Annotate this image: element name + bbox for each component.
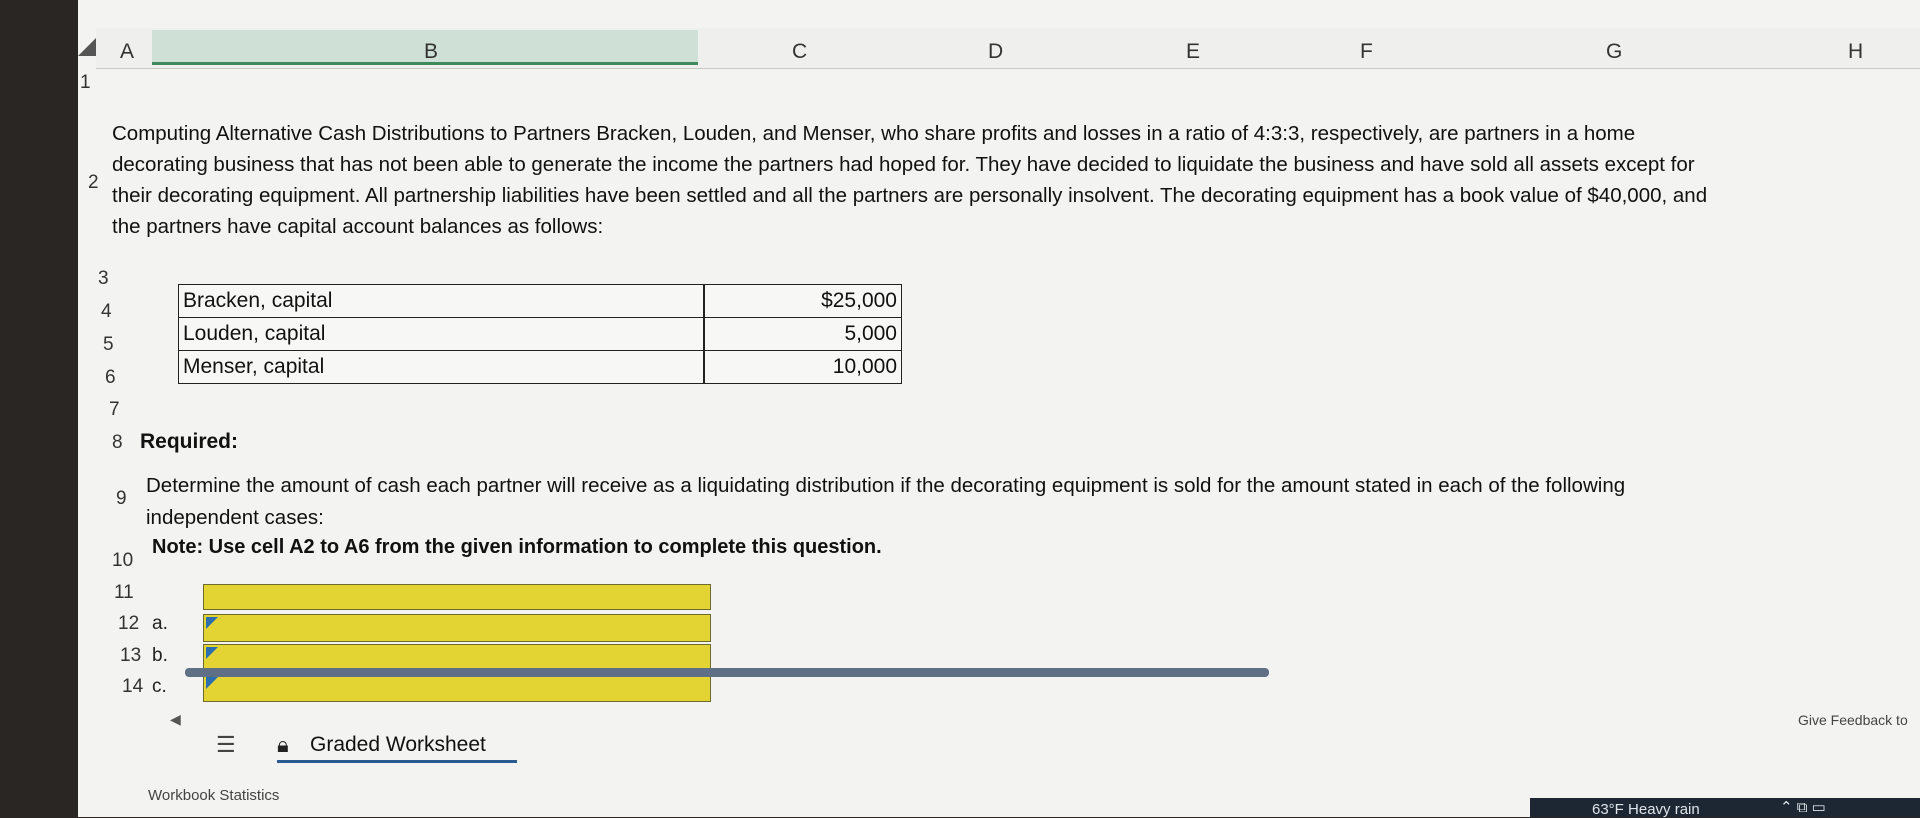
row-header-4[interactable]: 4 (101, 301, 112, 323)
capital-amount-louden: 5,000 (844, 322, 897, 345)
answer-label-c: c. (152, 676, 167, 697)
answer-cell-a[interactable] (203, 614, 711, 642)
system-tray-icons[interactable]: ⌃ ⧉ ▭ (1780, 798, 1826, 816)
required-heading: Required: (140, 430, 239, 453)
instructions: Determine the amount of cash each partne… (146, 470, 1796, 534)
capital-balances-table: Bracken, capital $25,000 Louden, capital… (178, 284, 902, 384)
comment-flag-icon (206, 647, 218, 659)
row-header-13[interactable]: 13 (120, 645, 141, 667)
comment-flag-icon (206, 617, 218, 629)
lock-icon: 🔒︎ (277, 732, 289, 757)
capital-amount-bracken: $25,000 (821, 289, 897, 312)
row-header-2[interactable]: 2 (88, 172, 99, 194)
table-row[interactable]: Louden, capital 5,000 (179, 318, 901, 351)
answer-label-b: b. (152, 645, 168, 666)
row-header-10[interactable]: 10 (112, 550, 133, 572)
active-tab-indicator (277, 760, 517, 763)
workbook-statistics[interactable]: Workbook Statistics (148, 787, 279, 804)
answer-cell-c[interactable] (203, 674, 711, 702)
weather-widget[interactable]: 63°F Heavy rain (1592, 801, 1700, 818)
column-header-a[interactable]: A (120, 40, 134, 64)
answer-label-a: a. (152, 613, 168, 634)
column-header-b[interactable]: B (424, 40, 438, 64)
capital-amount-menser: 10,000 (832, 355, 897, 378)
instructions-line-2: independent cases: (146, 506, 324, 529)
problem-statement: Computing Alternative Cash Distributions… (112, 118, 1902, 242)
comment-flag-icon (206, 677, 218, 689)
sheet-list-menu-icon[interactable]: ☰ (216, 732, 236, 758)
row-header-14[interactable]: 14 (122, 676, 143, 698)
sheet-tab-graded-worksheet[interactable]: Graded Worksheet (310, 733, 486, 757)
column-header-f[interactable]: F (1360, 40, 1373, 64)
row-header-8[interactable]: 8 (112, 432, 123, 454)
instructions-line-1: Determine the amount of cash each partne… (146, 474, 1626, 497)
problem-line-4: the partners have capital account balanc… (112, 215, 604, 238)
select-all-corner[interactable] (78, 38, 96, 56)
capital-name-menser: Menser, capital (183, 355, 325, 378)
row-header-3[interactable]: 3 (98, 268, 109, 290)
give-feedback-link[interactable]: Give Feedback to (1798, 712, 1908, 728)
row-header-11[interactable]: 11 (114, 582, 134, 604)
problem-line-3: their decorating equipment. All partners… (112, 184, 1708, 207)
column-header-g[interactable]: G (1606, 40, 1622, 64)
problem-line-1: Computing Alternative Cash Distributions… (112, 122, 1636, 145)
table-row[interactable]: Bracken, capital $25,000 (179, 285, 901, 318)
row-header-6[interactable]: 6 (105, 367, 116, 389)
row-header-1[interactable]: 1 (80, 72, 91, 94)
row-header-9[interactable]: 9 (116, 488, 127, 510)
scroll-left-arrow-icon[interactable]: ◀ (170, 711, 181, 728)
row-header-5[interactable]: 5 (103, 334, 114, 356)
row-header-12[interactable]: 12 (118, 613, 139, 635)
horizontal-scrollbar[interactable] (185, 668, 1269, 677)
answer-cell-header[interactable] (203, 584, 711, 610)
column-header-e[interactable]: E (1186, 40, 1200, 64)
column-header-h[interactable]: H (1848, 40, 1863, 64)
column-header-d[interactable]: D (988, 40, 1003, 64)
capital-name-louden: Louden, capital (183, 322, 326, 345)
note-text: Note: Use cell A2 to A6 from the given i… (152, 536, 882, 558)
row-header-7[interactable]: 7 (109, 399, 120, 421)
capital-name-bracken: Bracken, capital (183, 289, 333, 312)
table-row[interactable]: Menser, capital 10,000 (179, 351, 901, 384)
column-header-c[interactable]: C (792, 40, 807, 64)
problem-line-2: decorating business that has not been ab… (112, 153, 1695, 176)
os-taskbar (1530, 798, 1920, 817)
